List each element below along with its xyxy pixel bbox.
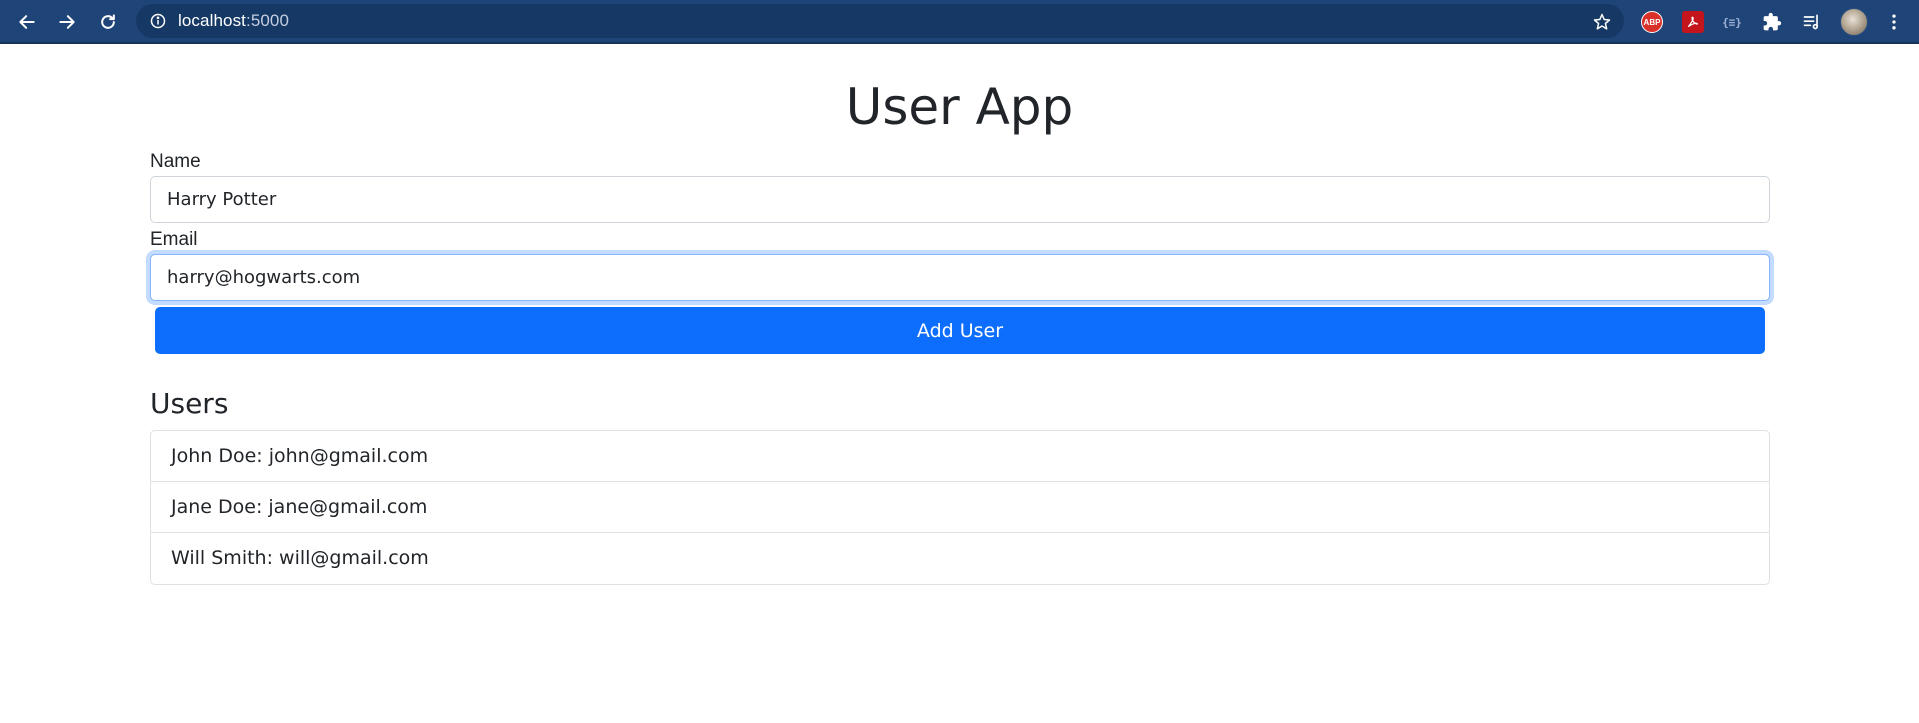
reload-icon[interactable] <box>96 10 120 34</box>
users-heading: Users <box>150 387 229 420</box>
reading-list-icon[interactable] <box>1800 10 1824 34</box>
json-extension-icon[interactable]: {≡} <box>1720 10 1744 34</box>
adblock-badge: ABP <box>1641 11 1663 33</box>
user-list: John Doe: john@gmail.com Jane Doe: jane@… <box>150 430 1770 585</box>
email-input[interactable] <box>150 254 1770 301</box>
adblock-extension-icon[interactable]: ABP <box>1640 10 1664 34</box>
url-port: :5000 <box>246 11 290 30</box>
address-bar[interactable]: localhost:5000 <box>136 4 1624 38</box>
list-item: John Doe: john@gmail.com <box>151 431 1769 482</box>
profile-avatar[interactable] <box>1840 8 1868 36</box>
site-info-icon[interactable] <box>150 13 166 29</box>
browser-menu-icon[interactable] <box>1882 10 1906 34</box>
bookmark-star-icon[interactable] <box>1592 12 1612 32</box>
puzzle-extensions-icon[interactable] <box>1760 10 1784 34</box>
json-extension-label: {≡} <box>1722 15 1742 29</box>
forward-arrow-icon[interactable] <box>55 10 79 34</box>
add-user-button[interactable]: Add User <box>155 307 1765 354</box>
list-item: Jane Doe: jane@gmail.com <box>151 482 1769 533</box>
name-label: Name <box>150 151 201 172</box>
name-input[interactable] <box>150 176 1770 223</box>
pdf-extension-icon[interactable] <box>1681 10 1705 34</box>
email-label: Email <box>150 229 198 250</box>
list-item: Will Smith: will@gmail.com <box>171 547 429 569</box>
browser-toolbar: localhost:5000 ABP {≡} <box>0 0 1919 44</box>
back-arrow-icon[interactable] <box>15 10 39 34</box>
url-text[interactable]: localhost:5000 <box>178 4 289 38</box>
page-title: User App <box>845 78 1074 136</box>
url-host: localhost <box>178 11 246 30</box>
